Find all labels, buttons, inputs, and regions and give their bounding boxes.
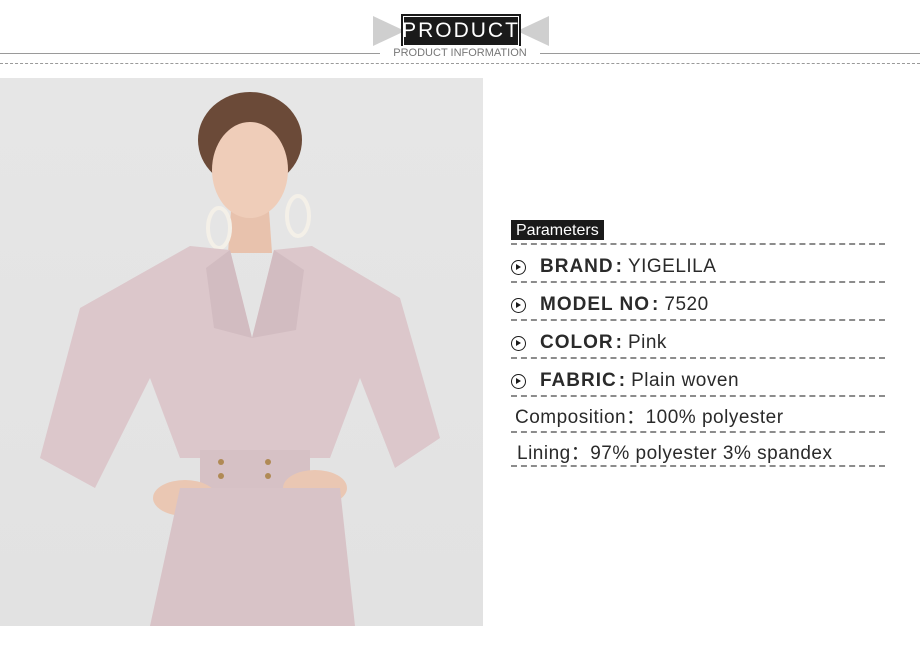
- param-row-brand: BRAND : YIGELILA: [511, 252, 885, 282]
- param-label: BRAND: [540, 256, 614, 277]
- param-colon: :: [615, 332, 622, 353]
- product-badge-label: PRODUCT: [401, 14, 521, 48]
- param-label: COLOR: [540, 332, 614, 353]
- param-row-lining: Lining：97% polyester 3% spandex: [511, 436, 891, 466]
- parameters-divider: [511, 281, 885, 283]
- param-colon: :: [618, 370, 626, 391]
- header-dashed-divider: [0, 63, 920, 64]
- composition-text: Composition：100% polyester: [515, 406, 784, 428]
- lining-text: Lining：97% polyester 3% spandex: [517, 442, 833, 464]
- param-row-color: COLOR : Pink: [511, 328, 885, 358]
- product-badge: PRODUCT: [373, 14, 549, 48]
- play-circle-icon: [511, 297, 526, 313]
- parameters-title: Parameters: [511, 220, 604, 240]
- model-illustration: [40, 92, 440, 626]
- param-value: 7520: [664, 294, 709, 315]
- param-value: Pink: [627, 332, 667, 353]
- parameters-divider: [511, 243, 885, 245]
- parameters-divider: [511, 319, 885, 321]
- play-circle-icon: [511, 373, 526, 389]
- play-circle-icon: [511, 335, 526, 351]
- param-label: FABRIC: [540, 370, 617, 391]
- param-value: Plain woven: [631, 370, 740, 391]
- param-colon: :: [615, 256, 622, 277]
- param-label: MODEL NO: [540, 294, 651, 315]
- product-header: PRODUCT PRODUCT INFORMATION: [0, 0, 920, 75]
- parameters-divider: [511, 465, 885, 467]
- param-colon: :: [652, 294, 659, 315]
- badge-left-wing: [373, 16, 405, 46]
- param-row-composition: Composition：100% polyester: [511, 400, 889, 430]
- parameters-divider: [511, 357, 885, 359]
- badge-right-wing: [517, 16, 549, 46]
- model-photo: [0, 78, 483, 626]
- parameters-divider: [511, 431, 885, 433]
- product-subtitle: PRODUCT INFORMATION: [380, 46, 540, 60]
- param-value: YIGELILA: [627, 256, 717, 277]
- param-row-fabric: FABRIC : Plain woven: [511, 366, 885, 396]
- play-circle-icon: [511, 259, 526, 275]
- parameters-divider: [511, 395, 885, 397]
- param-row-model-no: MODEL NO : 7520: [511, 290, 885, 320]
